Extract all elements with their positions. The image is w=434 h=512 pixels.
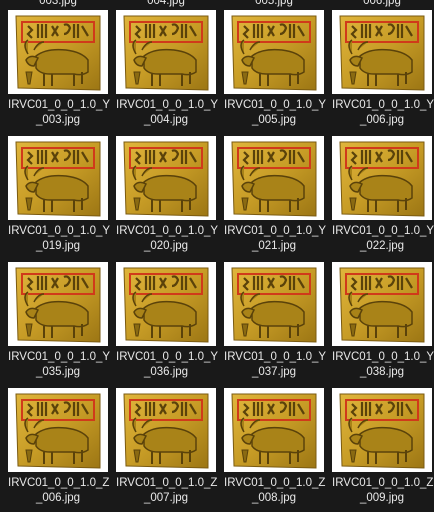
partial-file-label[interactable]: 004.jpg bbox=[116, 0, 216, 9]
seal-image-thumbnail[interactable] bbox=[224, 10, 324, 94]
seal-image-thumbnail[interactable] bbox=[224, 388, 324, 472]
file-name[interactable]: IRVC01_0_0_1.0_Y _004.jpg bbox=[116, 98, 218, 128]
seal-image-thumbnail[interactable] bbox=[332, 262, 432, 346]
seal-image-thumbnail[interactable] bbox=[116, 388, 216, 472]
file-item[interactable]: IRVC01_0_0_1.0_Y _005.jpg bbox=[224, 10, 326, 132]
file-item[interactable]: IRVC01_0_0_1.0_Y _037.jpg bbox=[224, 262, 326, 384]
file-name[interactable]: IRVC01_0_0_1.0_Y _038.jpg bbox=[332, 350, 434, 380]
file-item[interactable]: IRVC01_0_0_1.0_Y _038.jpg bbox=[332, 262, 434, 384]
file-name[interactable]: IRVC01_0_0_1.0_Y _022.jpg bbox=[332, 224, 434, 254]
partial-file-label[interactable]: 006.jpg bbox=[332, 0, 432, 9]
seal-image-thumbnail[interactable] bbox=[8, 136, 108, 220]
file-item[interactable]: IRVC01_0_0_1.0_Y _035.jpg bbox=[8, 262, 110, 384]
seal-image-thumbnail[interactable] bbox=[332, 388, 432, 472]
seal-image-thumbnail[interactable] bbox=[116, 10, 216, 94]
seal-image-thumbnail[interactable] bbox=[8, 10, 108, 94]
file-name[interactable]: IRVC01_0_0_1.0_Z _007.jpg bbox=[116, 476, 217, 506]
file-item[interactable]: IRVC01_0_0_1.0_Z _009.jpg bbox=[332, 388, 433, 510]
file-item[interactable]: IRVC01_0_0_1.0_Y _036.jpg bbox=[116, 262, 218, 384]
file-name[interactable]: IRVC01_0_0_1.0_Y _035.jpg bbox=[8, 350, 110, 380]
file-item[interactable]: IRVC01_0_0_1.0_Y _021.jpg bbox=[224, 136, 326, 258]
file-item[interactable]: IRVC01_0_0_1.0_Y _004.jpg bbox=[116, 10, 218, 132]
file-name[interactable]: IRVC01_0_0_1.0_Y _003.jpg bbox=[8, 98, 110, 128]
file-item[interactable]: IRVC01_0_0_1.0_Y _003.jpg bbox=[8, 10, 110, 132]
seal-image-thumbnail[interactable] bbox=[116, 262, 216, 346]
partial-file-label[interactable]: 005.jpg bbox=[224, 0, 324, 9]
file-item[interactable]: IRVC01_0_0_1.0_Y _022.jpg bbox=[332, 136, 434, 258]
seal-image-thumbnail[interactable] bbox=[8, 262, 108, 346]
file-name[interactable]: IRVC01_0_0_1.0_Y _036.jpg bbox=[116, 350, 218, 380]
seal-image-thumbnail[interactable] bbox=[332, 136, 432, 220]
file-name[interactable]: IRVC01_0_0_1.0_Y _037.jpg bbox=[224, 350, 326, 380]
file-name[interactable]: IRVC01_0_0_1.0_Z _006.jpg bbox=[8, 476, 109, 506]
seal-image-thumbnail[interactable] bbox=[224, 262, 324, 346]
seal-image-thumbnail[interactable] bbox=[332, 10, 432, 94]
file-item[interactable]: IRVC01_0_0_1.0_Z _008.jpg bbox=[224, 388, 325, 510]
file-name[interactable]: IRVC01_0_0_1.0_Y _021.jpg bbox=[224, 224, 326, 254]
file-item[interactable]: IRVC01_0_0_1.0_Y _019.jpg bbox=[8, 136, 110, 258]
file-name[interactable]: IRVC01_0_0_1.0_Z _008.jpg bbox=[224, 476, 325, 506]
seal-image-thumbnail[interactable] bbox=[8, 388, 108, 472]
seal-image-thumbnail[interactable] bbox=[224, 136, 324, 220]
file-name[interactable]: IRVC01_0_0_1.0_Y _019.jpg bbox=[8, 224, 110, 254]
partial-file-label[interactable]: 003.jpg bbox=[8, 0, 108, 9]
seal-image-thumbnail[interactable] bbox=[116, 136, 216, 220]
file-name[interactable]: IRVC01_0_0_1.0_Y _020.jpg bbox=[116, 224, 218, 254]
file-name[interactable]: IRVC01_0_0_1.0_Y _005.jpg bbox=[224, 98, 326, 128]
file-name[interactable]: IRVC01_0_0_1.0_Z _009.jpg bbox=[332, 476, 433, 506]
file-item[interactable]: IRVC01_0_0_1.0_Y _006.jpg bbox=[332, 10, 434, 132]
file-item[interactable]: IRVC01_0_0_1.0_Z _007.jpg bbox=[116, 388, 217, 510]
file-item[interactable]: IRVC01_0_0_1.0_Z _006.jpg bbox=[8, 388, 109, 510]
file-item[interactable]: IRVC01_0_0_1.0_Y _020.jpg bbox=[116, 136, 218, 258]
file-name[interactable]: IRVC01_0_0_1.0_Y _006.jpg bbox=[332, 98, 434, 128]
